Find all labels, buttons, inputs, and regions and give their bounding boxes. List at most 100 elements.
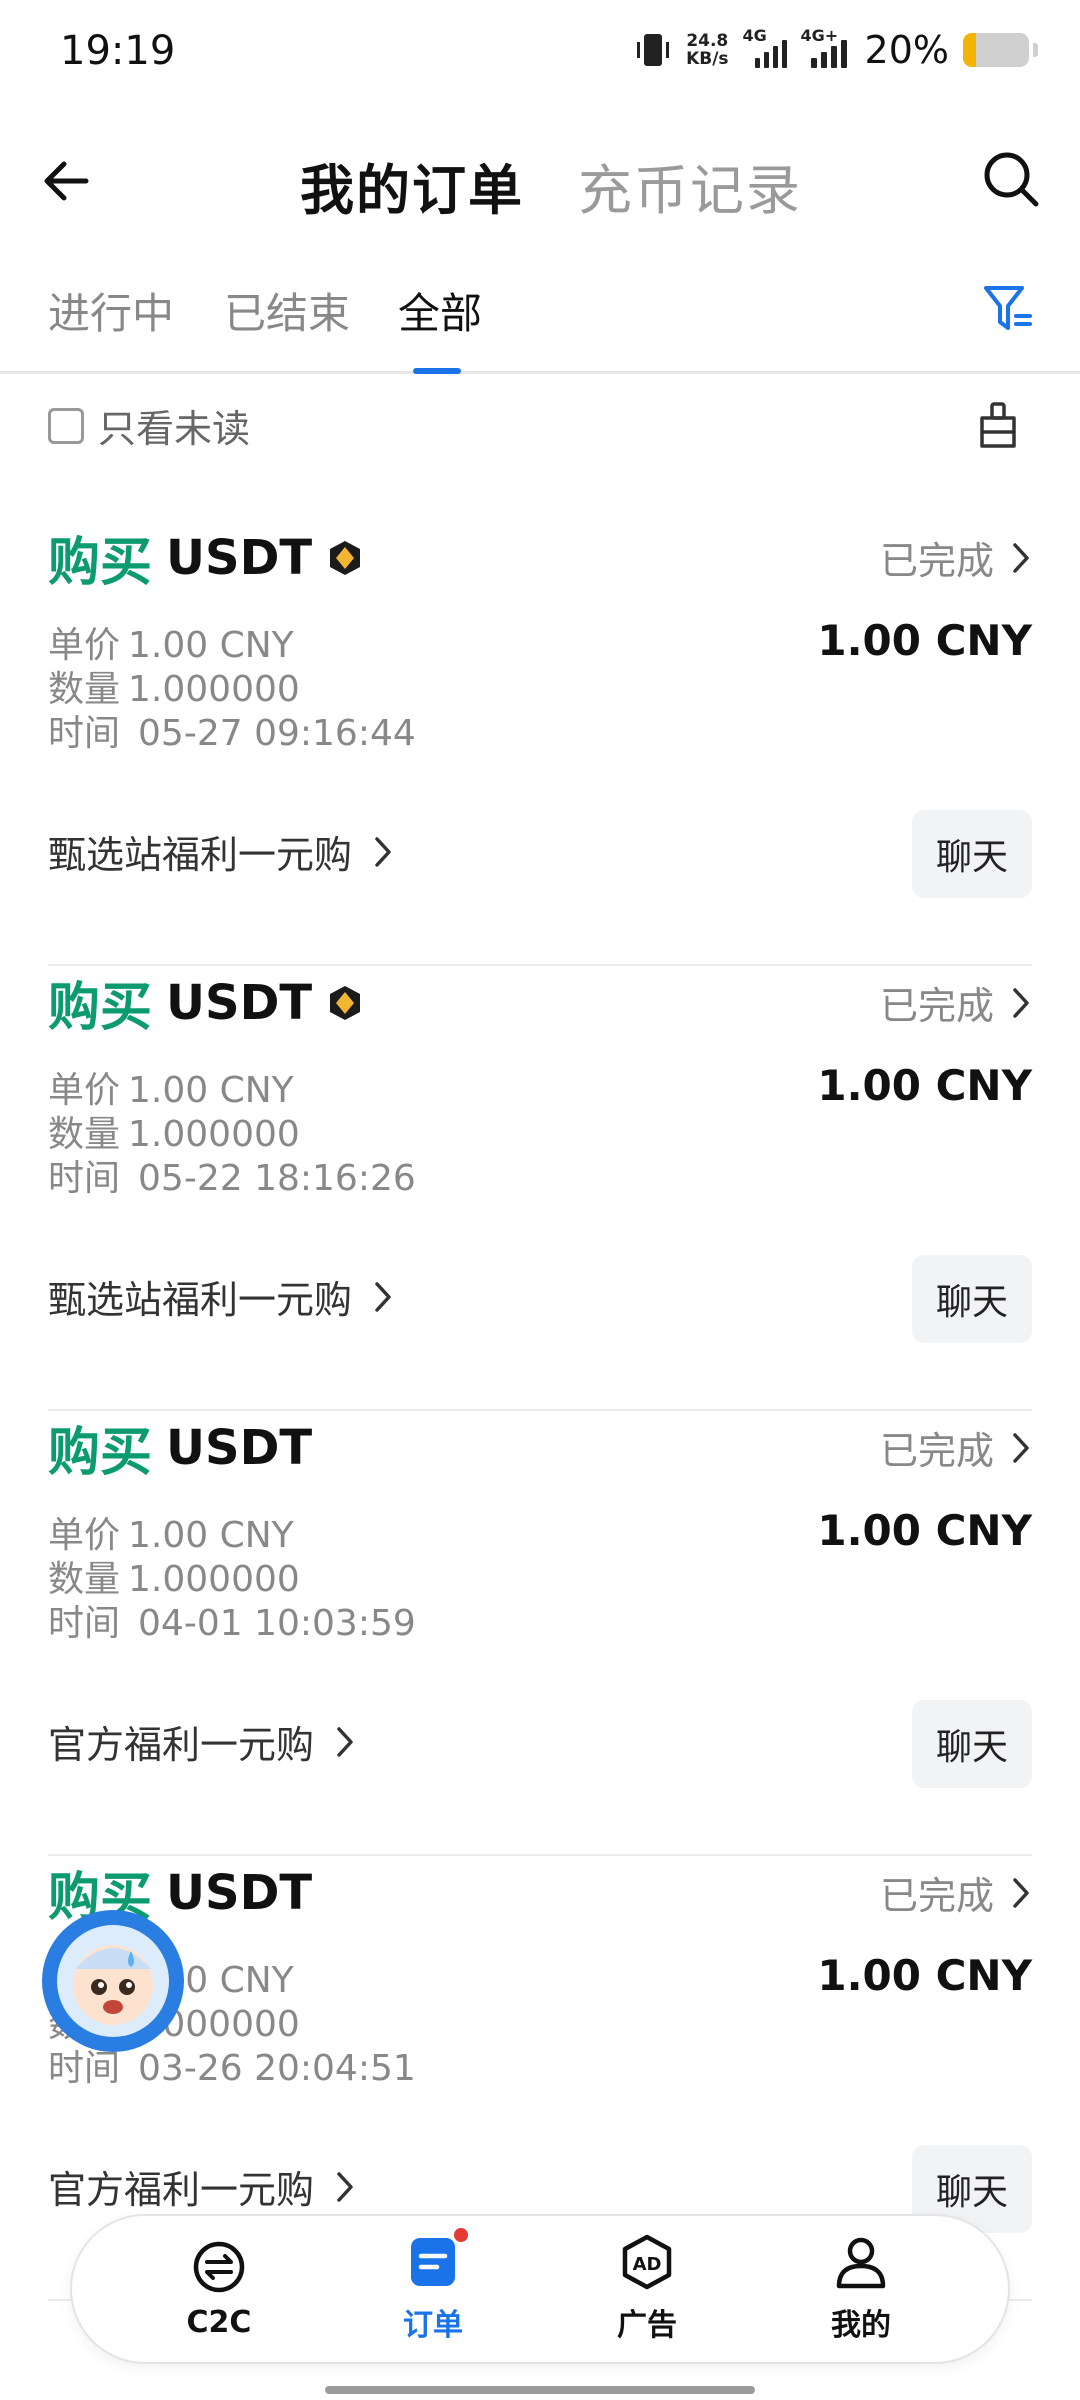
order-asset: USDT [166, 1419, 313, 1476]
order-time: 时间 05-22 18:16:26 [48, 1149, 416, 1201]
time-value: 04-01 10:03:59 [138, 1603, 416, 1644]
tab-ended[interactable]: 已结束 [224, 280, 350, 341]
promo-text: 官方福利一元购 [48, 1723, 315, 1767]
battery-percent: 20% [864, 28, 949, 72]
nav-c2c-label: C2C [186, 2304, 252, 2340]
clear-brush-icon[interactable] [976, 400, 1020, 452]
nav-c2c[interactable]: C2C [144, 2239, 294, 2340]
vibrate-icon [637, 34, 670, 66]
chat-button[interactable]: 聊天 [912, 810, 1032, 898]
promo-link[interactable]: 官方福利一元购 [48, 1714, 356, 1769]
order-status-tabs: 进行中 已结束 全部 [0, 270, 1080, 374]
nav-ads[interactable]: AD 广告 [572, 2234, 722, 2344]
swap-icon [193, 2241, 245, 2292]
bottom-navigation: C2C 订单 AD 广告 我的 [70, 2214, 1010, 2364]
signal-icon-2: 4G+ [801, 26, 851, 68]
order-icon [411, 2238, 455, 2286]
active-tab-indicator [413, 368, 461, 374]
order-title: 购买 USDT [48, 965, 364, 1040]
promo-link[interactable]: 官方福利一元购 [48, 2159, 356, 2214]
nav-orders[interactable]: 订单 [358, 2228, 508, 2344]
order-status[interactable]: 已完成 [880, 1420, 1032, 1475]
filter-icon[interactable] [982, 282, 1034, 338]
time-label: 时间 [48, 1158, 121, 1199]
promo-text: 官方福利一元购 [48, 2168, 315, 2212]
time-label: 时间 [48, 2048, 121, 2089]
nav-profile[interactable]: 我的 [786, 2234, 936, 2344]
order-side: 购买 [48, 978, 153, 1038]
tab-deposit-records[interactable]: 充币记录 [578, 146, 802, 225]
nav-profile-label: 我的 [831, 2308, 891, 2343]
search-icon[interactable] [980, 148, 1042, 210]
chat-button[interactable]: 聊天 [912, 1255, 1032, 1343]
promo-link[interactable]: 甄选站福利一元购 [48, 1269, 394, 1324]
chevron-right-icon [337, 2171, 353, 2202]
tab-all[interactable]: 全部 [398, 280, 482, 341]
verified-merchant-icon [330, 985, 361, 1020]
order-card[interactable]: 购买 USDT 已完成 单价 1.00 CNY 数量 1.000000 时间 04-0… [48, 1410, 1032, 1856]
order-amount: 1.00 CNY [817, 1951, 1032, 2000]
home-indicator[interactable] [325, 2386, 755, 2394]
order-asset: USDT [166, 529, 313, 586]
svg-text:AD: AD [633, 2254, 662, 2275]
status-time: 19:19 [60, 28, 176, 74]
order-amount: 1.00 CNY [817, 1061, 1032, 1110]
time-label: 时间 [48, 713, 121, 754]
order-asset: USDT [166, 974, 313, 1031]
time-value: 05-22 18:16:26 [138, 1158, 416, 1199]
status-bar: 19:19 24.8 KB/s 4G 4G+ 20% [0, 0, 1080, 105]
promo-text: 甄选站福利一元购 [48, 1278, 353, 1322]
verified-merchant-icon [330, 540, 361, 575]
order-status[interactable]: 已完成 [880, 1865, 1032, 1920]
chevron-right-icon [375, 1281, 391, 1312]
order-card[interactable]: 购买 USDT 已完成 单价 1.00 CNY 数量 1.000000 时间 0… [48, 520, 1032, 966]
notification-dot [454, 2228, 468, 2242]
tab-my-orders[interactable]: 我的订单 [300, 146, 524, 225]
chevron-right-icon [1013, 542, 1029, 573]
order-amount: 1.00 CNY [817, 616, 1032, 665]
status-icons: 24.8 KB/s 4G 4G+ 20% [634, 26, 1038, 72]
order-title: 购买 USDT [48, 520, 364, 595]
nav-orders-label: 订单 [403, 2308, 463, 2343]
unread-checkbox[interactable] [48, 407, 84, 444]
order-status-text: 已完成 [879, 539, 994, 583]
order-status-text: 已完成 [879, 1874, 994, 1918]
order-title: 购买 USDT [48, 1410, 312, 1485]
order-status-text: 已完成 [879, 1429, 994, 1473]
signal-2-label: 4G+ [800, 26, 839, 45]
tab-in-progress[interactable]: 进行中 [48, 280, 174, 341]
chat-button[interactable]: 聊天 [912, 1700, 1032, 1788]
time-value: 03-26 20:04:51 [138, 2048, 416, 2089]
signal-icon: 4G [743, 26, 787, 68]
order-card[interactable]: 购买 USDT 已完成 单价 1.00 CNY 数量 1.000000 时间 0… [48, 965, 1032, 1411]
net-speed-value: 24.8 [686, 31, 729, 51]
unread-filter[interactable]: 只看未读 [48, 398, 250, 453]
order-status[interactable]: 已完成 [880, 975, 1032, 1030]
order-asset: USDT [166, 1864, 313, 1921]
order-side: 购买 [48, 1423, 153, 1483]
order-time: 时间 05-27 09:16:44 [48, 704, 416, 756]
nav-ads-label: 广告 [617, 2308, 677, 2343]
user-icon [836, 2237, 886, 2289]
order-side: 购买 [48, 533, 153, 593]
net-speed: 24.8 KB/s [686, 32, 728, 68]
header-tabs: 我的订单 充币记录 [300, 146, 802, 225]
promo-link[interactable]: 甄选站福利一元购 [48, 824, 394, 879]
order-time: 时间 04-01 10:03:59 [48, 1594, 416, 1646]
order-status-text: 已完成 [879, 984, 994, 1028]
chevron-right-icon [1013, 1432, 1029, 1463]
header: 我的订单 充币记录 [0, 130, 1080, 230]
chevron-right-icon [1013, 987, 1029, 1018]
chevron-right-icon [337, 1726, 353, 1757]
order-amount: 1.00 CNY [817, 1506, 1032, 1555]
unread-label: 只看未读 [98, 407, 251, 451]
chevron-right-icon [1013, 1877, 1029, 1908]
mascot-face-icon [57, 1925, 169, 2037]
back-arrow-icon[interactable] [38, 152, 96, 210]
mascot-avatar[interactable] [42, 1910, 184, 2052]
promo-text: 甄选站福利一元购 [48, 833, 353, 877]
time-label: 时间 [48, 1603, 121, 1644]
order-status[interactable]: 已完成 [880, 530, 1032, 585]
time-value: 05-27 09:16:44 [138, 713, 416, 754]
signal-1-label: 4G [742, 26, 767, 45]
